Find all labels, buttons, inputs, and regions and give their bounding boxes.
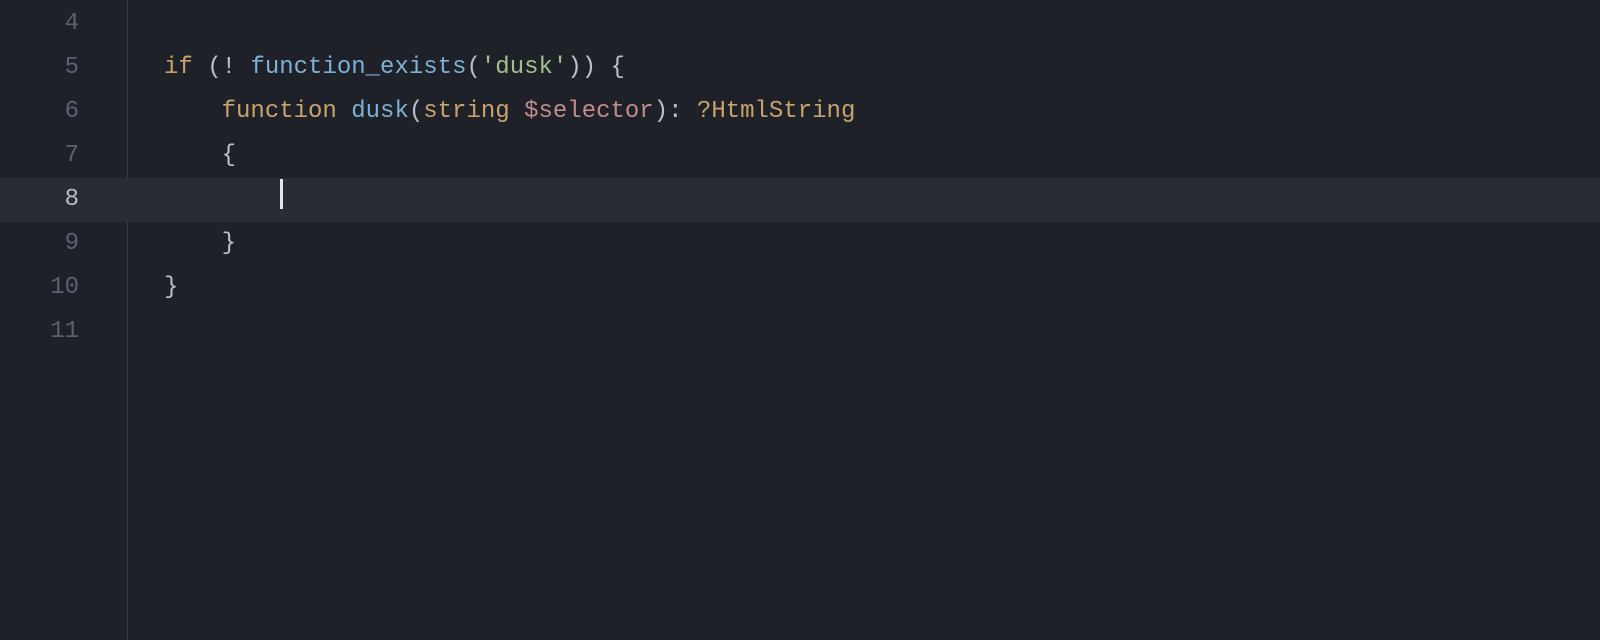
indent <box>164 98 222 125</box>
code-line[interactable]: } <box>164 266 1600 310</box>
line-number: 8 <box>0 178 127 222</box>
code-token: 'dusk' <box>481 54 567 81</box>
line-number: 11 <box>0 310 127 354</box>
code-token: dusk <box>351 98 409 125</box>
code-token: } <box>222 230 236 257</box>
code-line[interactable]: { <box>164 134 1600 178</box>
code-token <box>337 98 351 125</box>
indent <box>164 186 279 213</box>
code-token: function_exists <box>250 54 466 81</box>
indent <box>164 230 222 257</box>
code-token: ?HtmlString <box>697 98 855 125</box>
code-token: { <box>222 142 236 169</box>
line-number: 10 <box>0 266 127 310</box>
code-line[interactable]: function dusk(string $selector): ?HtmlSt… <box>164 90 1600 134</box>
line-number: 7 <box>0 134 127 178</box>
indent <box>164 142 222 169</box>
code-token <box>510 98 524 125</box>
line-number: 6 <box>0 90 127 134</box>
code-line[interactable] <box>164 310 1600 354</box>
code-token: ! <box>222 54 251 81</box>
line-number: 9 <box>0 222 127 266</box>
code-token: function <box>222 98 337 125</box>
code-token: $selector <box>524 98 654 125</box>
code-token: string <box>423 98 509 125</box>
code-token: ( <box>466 54 480 81</box>
code-token: if <box>164 54 193 81</box>
code-area[interactable]: if (! function_exists('dusk')) { functio… <box>128 0 1600 640</box>
code-line[interactable] <box>164 178 1600 222</box>
line-number: 4 <box>0 2 127 46</box>
line-number-gutter: 4567891011 <box>0 0 128 640</box>
code-line[interactable]: } <box>164 222 1600 266</box>
code-token: ( <box>409 98 423 125</box>
code-token: ): <box>654 98 697 125</box>
code-token: )) <box>567 54 610 81</box>
code-token: { <box>611 54 625 81</box>
code-line[interactable]: if (! function_exists('dusk')) { <box>164 46 1600 90</box>
text-cursor <box>280 179 283 209</box>
code-editor[interactable]: 4567891011 if (! function_exists('dusk')… <box>0 0 1600 640</box>
line-number: 5 <box>0 46 127 90</box>
code-token: } <box>164 274 178 301</box>
code-token: ( <box>193 54 222 81</box>
code-line[interactable] <box>164 2 1600 46</box>
